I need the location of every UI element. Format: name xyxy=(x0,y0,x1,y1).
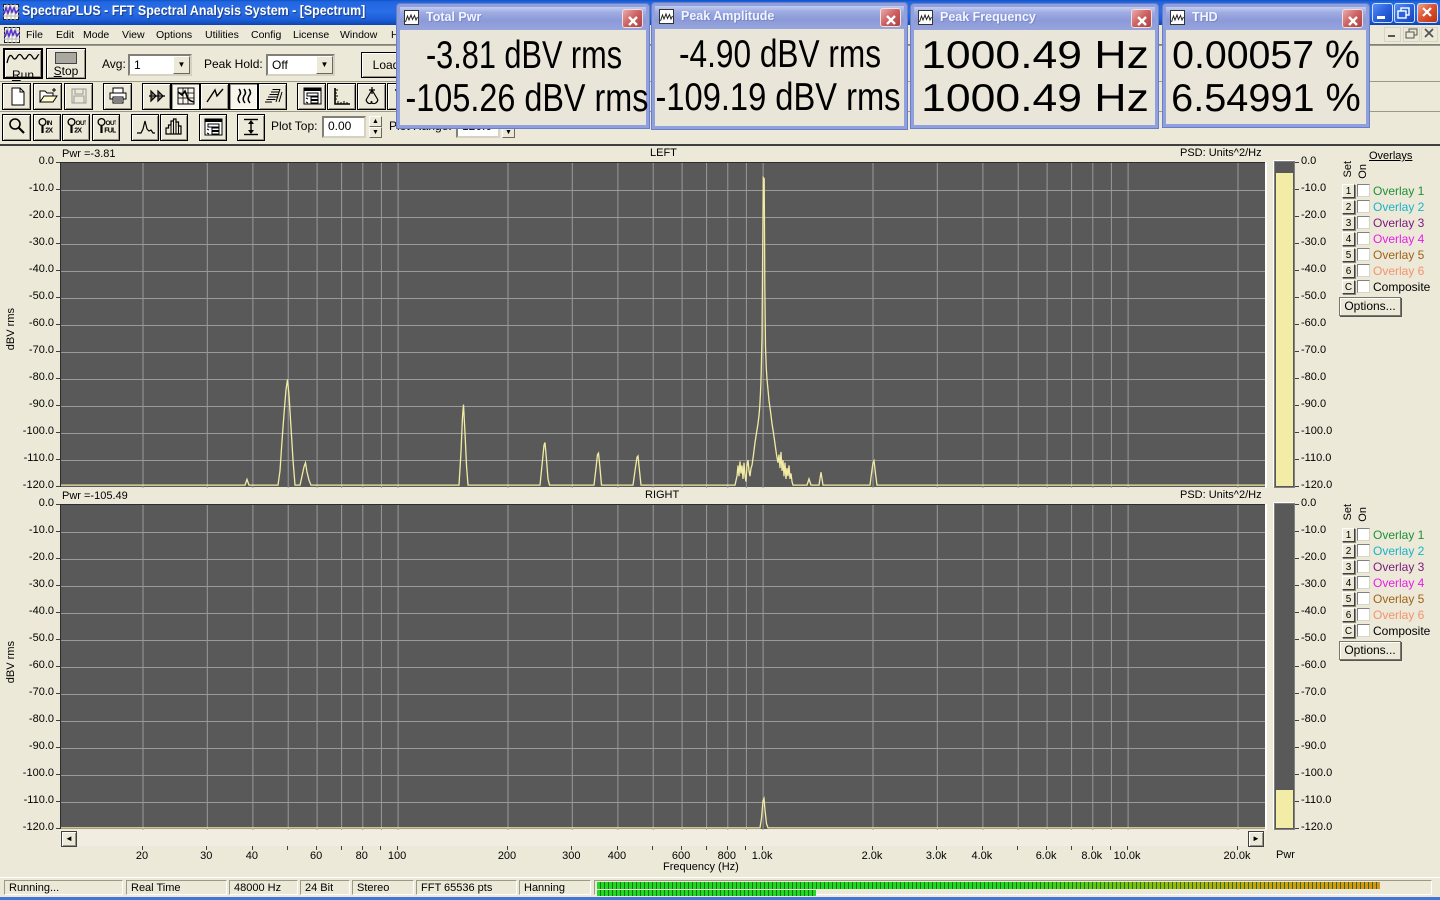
svg-text:IN: IN xyxy=(47,120,53,127)
svg-text:2X: 2X xyxy=(45,128,53,135)
svg-text:OUT: OUT xyxy=(76,120,87,127)
svg-text:FULL: FULL xyxy=(104,128,116,135)
svg-text:OUT: OUT xyxy=(106,120,117,127)
svg-text:2X: 2X xyxy=(74,128,82,135)
